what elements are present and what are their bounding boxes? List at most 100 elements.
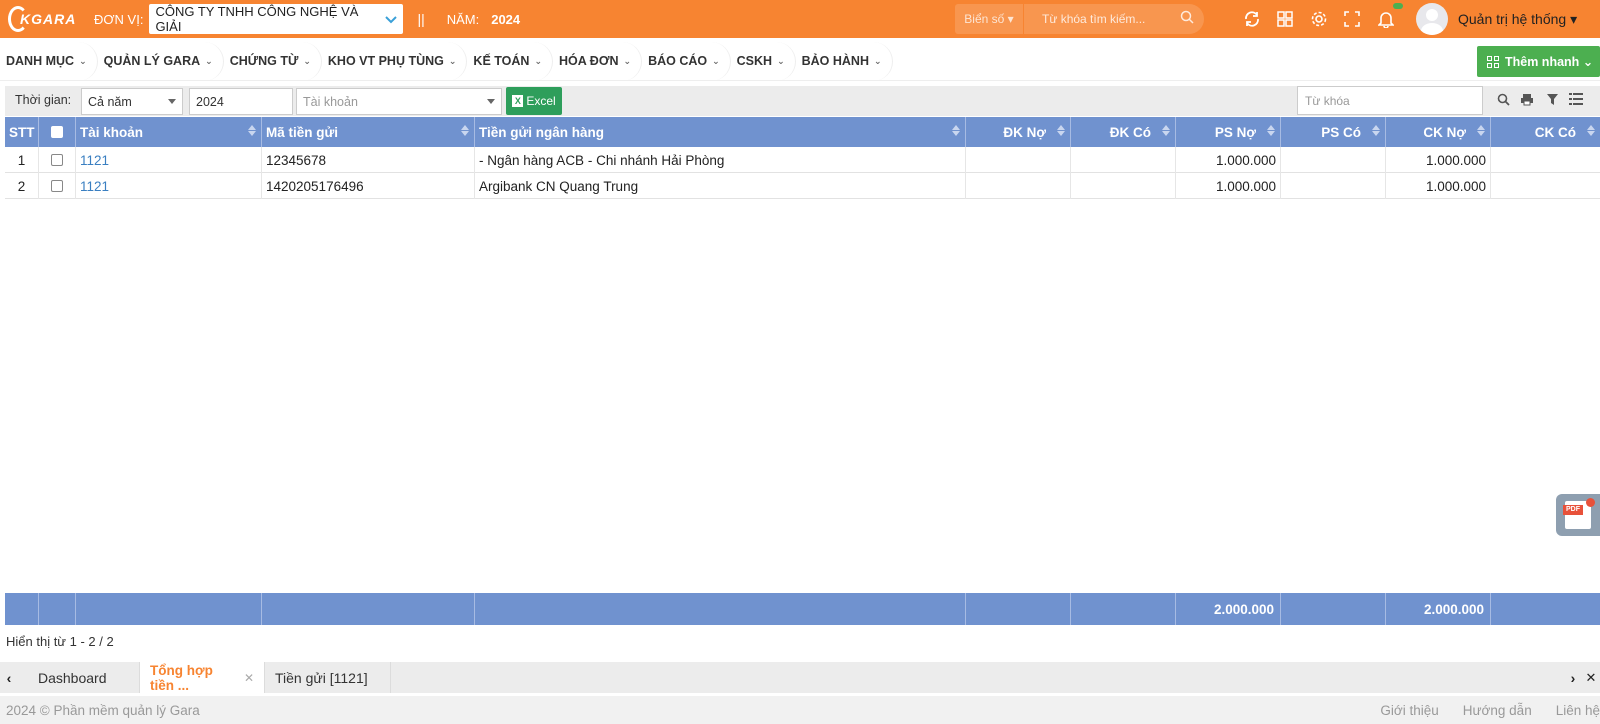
sort-icon[interactable] (248, 125, 256, 136)
chevron-left-icon[interactable]: ‹ (0, 662, 18, 693)
chevron-down-icon: ⌄ (873, 55, 882, 66)
total-cell (475, 593, 966, 625)
tab-dashboard[interactable]: Dashboard (18, 662, 140, 693)
menu-kho-vt-phu-tung[interactable]: KHO VT PHỤ TÙNG ⌄ (322, 41, 468, 81)
cell-code: 12345678 (262, 147, 475, 173)
account-select[interactable]: Tài khoản (296, 88, 502, 115)
menu-bao-hanh[interactable]: BẢO HÀNH ⌄ (796, 41, 893, 81)
menu-bao-cao[interactable]: BÁO CÁO ⌄ (642, 41, 731, 81)
col-tai-khoan[interactable]: Tài khoản (76, 117, 262, 147)
tab-label: Dashboard (38, 669, 107, 686)
gear-icon[interactable] (1309, 9, 1329, 29)
cell-select[interactable] (39, 147, 76, 173)
excel-button[interactable]: X Excel (506, 87, 562, 115)
close-all-icon[interactable]: ✕ (1582, 662, 1600, 693)
cell-account[interactable]: 1121 (76, 173, 262, 199)
menu-ke-toan[interactable]: KẾ TOÁN ⌄ (467, 41, 553, 81)
cell-bank: - Ngân hàng ACB - Chi nhánh Hải Phòng (475, 147, 966, 173)
account-link[interactable]: 1121 (80, 153, 109, 168)
quick-add-button[interactable]: Thêm nhanh ⌄ (1477, 46, 1600, 77)
account-placeholder: Tài khoản (303, 94, 358, 109)
pdf-icon: PDF (1563, 498, 1595, 529)
chevron-down-icon: ⌄ (79, 55, 87, 66)
columns-icon[interactable] (1568, 93, 1584, 109)
col-ck-co[interactable]: CK Có (1491, 117, 1600, 147)
sort-icon[interactable] (1477, 125, 1485, 136)
keyword-placeholder: Từ khóa (1305, 93, 1350, 108)
col-ps-co[interactable]: PS Có (1281, 117, 1386, 147)
search-icon[interactable] (1495, 93, 1511, 109)
footer: 2024 © Phần mềm quản lý Gara Giới thiệu … (0, 696, 1600, 724)
cell-ck-no: 1.000.000 (1386, 147, 1491, 173)
avatar[interactable] (1416, 3, 1448, 35)
total-dk-no (966, 593, 1071, 625)
logo[interactable]: KGARA (0, 0, 80, 38)
account-link[interactable]: 1121 (80, 179, 109, 194)
user-menu[interactable]: Quản trị hệ thống ▾ (1458, 11, 1577, 28)
sort-icon[interactable] (1162, 125, 1170, 136)
period-select[interactable]: Cả năm (81, 88, 183, 115)
select-all-checkbox[interactable] (51, 126, 63, 138)
menu-quan-ly-gara[interactable]: QUẢN LÝ GARA ⌄ (98, 41, 224, 81)
fullscreen-icon[interactable] (1342, 9, 1362, 29)
cell-account[interactable]: 1121 (76, 147, 262, 173)
sort-icon[interactable] (952, 125, 960, 136)
menu-chung-tu[interactable]: CHỨNG TỪ ⌄ (224, 41, 322, 81)
tab-tien-gui-1121[interactable]: Tiền gửi [1121] (265, 662, 391, 693)
footer-link-contact[interactable]: Liên hệ (1556, 703, 1600, 718)
col-select-all[interactable] (39, 117, 76, 147)
pdf-button[interactable]: PDF (1556, 494, 1600, 536)
table-row[interactable]: 1 1121 12345678 - Ngân hàng ACB - Chi nh… (5, 147, 1600, 173)
menu-hoa-don[interactable]: HÓA ĐƠN ⌄ (553, 41, 643, 81)
total-dk-co (1071, 593, 1176, 625)
refresh-icon[interactable] (1242, 9, 1262, 29)
copyright: 2024 © Phần mềm quản lý Gara (6, 702, 200, 718)
menu-label: KẾ TOÁN (473, 54, 530, 68)
separator: || (417, 11, 425, 27)
cell-ps-no: 1.000.000 (1176, 147, 1281, 173)
cell-select[interactable] (39, 173, 76, 199)
footer-link-about[interactable]: Giới thiệu (1380, 703, 1438, 718)
cell-dk-co (1071, 173, 1176, 199)
year-input[interactable]: 2024 (189, 88, 293, 115)
search-icon[interactable] (1180, 10, 1194, 27)
tabs-bar: ‹ Dashboard Tổng hợp tiền ... ✕ Tiền gửi … (0, 662, 1600, 693)
sort-icon[interactable] (1057, 125, 1065, 136)
col-ma-tien-gui[interactable]: Mã tiền gửi (262, 117, 475, 147)
col-dk-no[interactable]: ĐK Nợ (966, 117, 1071, 147)
bell-icon[interactable] (1376, 9, 1396, 29)
grid-icon[interactable] (1275, 9, 1295, 29)
tab-label: Tiền gửi [1121] (275, 669, 368, 686)
close-icon[interactable]: ✕ (244, 671, 254, 685)
global-search-input[interactable]: Từ khóa tìm kiếm... (1024, 4, 1204, 34)
menu-label: CHỨNG TỪ (229, 54, 299, 68)
cell-ps-no: 1.000.000 (1176, 173, 1281, 199)
col-ck-no[interactable]: CK Nợ (1386, 117, 1491, 147)
col-tien-gui-ngan-hang[interactable]: Tiền gửi ngân hàng (475, 117, 966, 147)
footer-link-guide[interactable]: Hướng dẫn (1463, 703, 1532, 718)
col-dk-co[interactable]: ĐK Có (1071, 117, 1176, 147)
menu-label: CSKH (736, 54, 773, 68)
keyword-input[interactable]: Từ khóa (1297, 86, 1483, 115)
menu-cskh[interactable]: CSKH ⌄ (731, 41, 796, 81)
row-checkbox[interactable] (51, 180, 63, 192)
table-totals: 2.000.000 2.000.000 (5, 593, 1600, 625)
col-ps-no[interactable]: PS Nợ (1176, 117, 1281, 147)
sort-icon[interactable] (461, 125, 469, 136)
pdf-tag: PDF (1563, 505, 1583, 515)
sort-icon[interactable] (1587, 125, 1595, 136)
sort-icon[interactable] (1372, 125, 1380, 136)
row-checkbox[interactable] (51, 154, 63, 166)
print-icon[interactable] (1519, 93, 1535, 109)
year-value[interactable]: 2024 (491, 12, 520, 27)
filter-icon[interactable] (1544, 93, 1560, 109)
chevron-right-icon[interactable]: › (1564, 662, 1582, 693)
cell-stt: 1 (5, 147, 39, 173)
unit-select[interactable]: CÔNG TY TNHH CÔNG NGHỆ VÀ GIẢI (149, 4, 404, 34)
plate-select[interactable]: Biển số ▾ (955, 4, 1023, 34)
logo-mark: KGARA (8, 6, 76, 32)
tab-tong-hop-tien[interactable]: Tổng hợp tiền ... ✕ (140, 662, 265, 693)
menu-danh-muc[interactable]: DANH MỤC ⌄ (0, 41, 98, 81)
sort-icon[interactable] (1267, 125, 1275, 136)
table-row[interactable]: 2 1121 1420205176496 Argibank CN Quang T… (5, 173, 1600, 199)
